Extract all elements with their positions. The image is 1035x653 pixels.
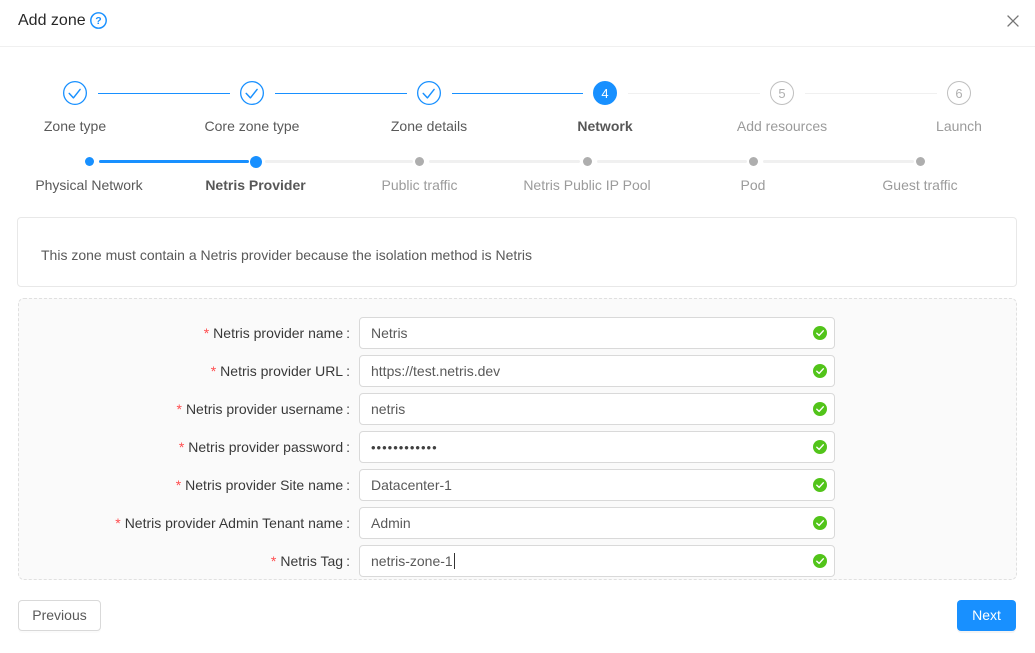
svg-text:?: ? [95, 15, 101, 27]
